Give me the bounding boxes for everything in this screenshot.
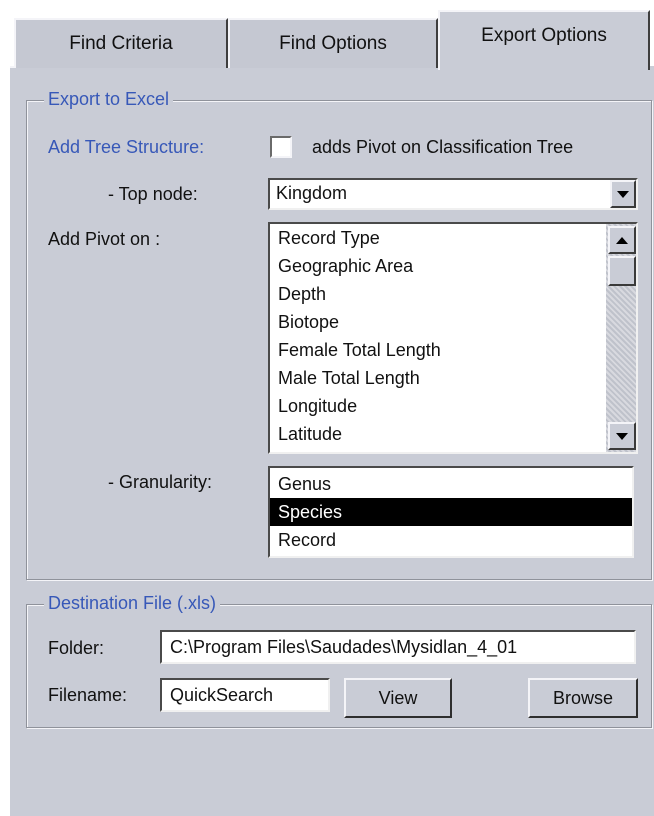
scroll-thumb[interactable] <box>608 256 636 286</box>
top-node-label: - Top node: <box>108 184 198 204</box>
folder-field[interactable]: C:\Program Files\Saudades\Mysidlan_4_01 <box>160 630 636 664</box>
scroll-up-button[interactable] <box>608 226 636 254</box>
chevron-down-icon <box>616 432 628 440</box>
dropdown-arrow-button[interactable] <box>610 180 636 208</box>
list-item[interactable]: Geographic Area <box>278 256 413 277</box>
list-item-selected[interactable]: Species <box>270 498 632 526</box>
tab-find-criteria[interactable]: Find Criteria <box>14 18 228 68</box>
add-tree-structure-checkbox[interactable] <box>270 136 292 158</box>
chevron-up-icon <box>616 236 628 244</box>
list-item[interactable]: Latitude <box>278 424 342 445</box>
list-item[interactable]: Longitude <box>278 396 357 417</box>
browse-button[interactable]: Browse <box>528 678 638 718</box>
list-item[interactable]: Record Type <box>278 228 380 249</box>
list-item[interactable]: Genus <box>270 470 632 498</box>
tab-find-options[interactable]: Find Options <box>228 18 438 68</box>
filename-value: QuickSearch <box>170 685 274 705</box>
destination-group-title: Destination File (.xls) <box>44 593 221 614</box>
export-group-title: Export to Excel <box>44 89 174 110</box>
folder-value: C:\Program Files\Saudades\Mysidlan_4_01 <box>170 637 518 657</box>
scrollbar[interactable] <box>606 224 636 452</box>
list-item[interactable]: Male Total Length <box>278 368 420 389</box>
top-node-value: Kingdom <box>276 183 348 203</box>
folder-label: Folder: <box>48 638 105 658</box>
list-item[interactable]: Biotope <box>278 312 339 333</box>
add-tree-structure-label: Add Tree Structure: <box>48 137 205 157</box>
filename-label: Filename: <box>48 685 128 705</box>
list-item[interactable]: Depth <box>278 284 326 305</box>
list-item[interactable]: Female Total Length <box>278 340 441 361</box>
checkbox-label: adds Pivot on Classification Tree <box>312 137 574 157</box>
granularity-label: - Granularity: <box>108 472 213 492</box>
add-pivot-label: Add Pivot on : <box>48 229 161 249</box>
tab-export-options[interactable]: Export Options <box>438 10 650 70</box>
pivot-listbox[interactable]: Record Type Geographic Area Depth Biotop… <box>268 222 638 454</box>
chevron-down-icon <box>617 190 629 198</box>
top-node-select[interactable]: Kingdom <box>268 178 638 210</box>
view-button[interactable]: View <box>344 678 452 718</box>
scroll-down-button[interactable] <box>608 422 636 450</box>
filename-field[interactable]: QuickSearch <box>160 678 330 712</box>
granularity-listbox[interactable]: Genus Species Record <box>268 466 634 558</box>
list-item[interactable]: Record <box>270 526 632 554</box>
